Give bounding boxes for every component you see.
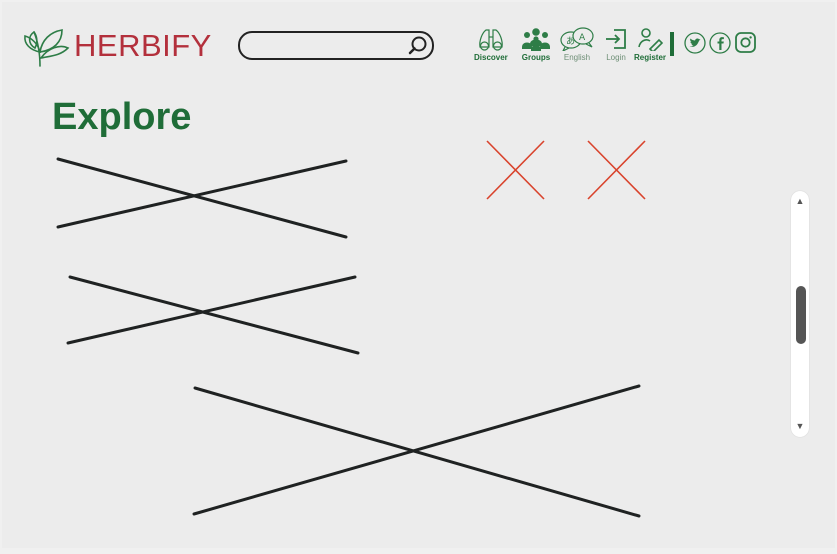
scroll-down-arrow-icon[interactable]: ▼: [791, 422, 809, 431]
error-x-icon: [486, 140, 545, 200]
broken-image-placeholder: [192, 384, 641, 518]
scrollbar[interactable]: ▲ ▼: [791, 191, 809, 437]
scrollbar-thumb[interactable]: [796, 286, 806, 344]
content-area: [56, 140, 646, 518]
scroll-up-arrow-icon[interactable]: ▲: [791, 197, 809, 206]
error-x-icon: [587, 140, 646, 200]
broken-image-placeholder: [56, 157, 348, 239]
app-frame: HERBIFY Discover Groups あ A English Logi…: [2, 2, 835, 548]
broken-image-placeholder: [66, 275, 360, 355]
